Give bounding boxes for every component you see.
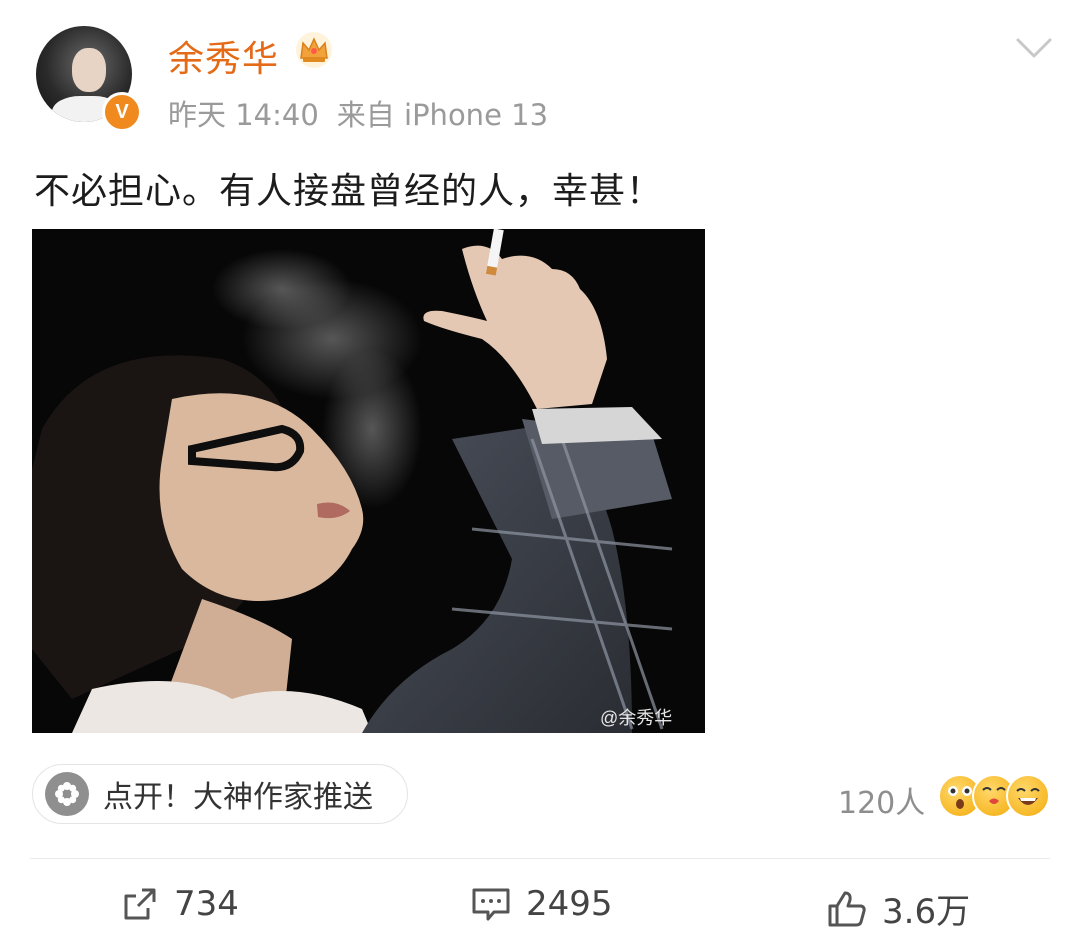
post-time: 昨天 14:40 <box>168 98 319 132</box>
like-button[interactable]: 3.6万 <box>826 884 970 933</box>
photo-illustration <box>32 229 705 733</box>
post-text: 不必担心。有人接盘曾经的人，幸甚！ <box>34 171 664 212</box>
post-image[interactable] <box>32 229 705 733</box>
verified-badge-icon: V <box>102 92 142 132</box>
chevron-down-icon[interactable] <box>1014 34 1054 64</box>
author-name[interactable]: 余秀华 <box>168 30 279 82</box>
laugh-emoji-icon <box>1006 774 1050 818</box>
avatar-face <box>72 48 106 92</box>
crown-icon <box>296 32 332 68</box>
post-meta: 昨天 14:40 来自 iPhone 13 <box>168 92 566 134</box>
like-count: 3.6万 <box>882 892 971 932</box>
share-icon <box>124 888 156 920</box>
comment-count: 2495 <box>526 884 613 924</box>
image-watermark: @余秀华 <box>600 708 673 728</box>
comment-button[interactable]: 2495 <box>470 884 613 924</box>
repost-button[interactable]: 734 <box>120 884 239 924</box>
promo-pill-button[interactable]: 点开！大神作家推送 <box>32 764 408 824</box>
comment-icon <box>472 888 510 921</box>
repost-count: 734 <box>174 884 239 924</box>
reactions-count[interactable]: 120人 <box>838 778 925 822</box>
promo-label: 点开！大神作家推送 <box>103 780 373 815</box>
divider <box>30 858 1050 859</box>
thumbs-up-icon <box>828 891 866 926</box>
flower-icon <box>45 772 89 816</box>
post-source: 来自 iPhone 13 <box>336 98 549 132</box>
